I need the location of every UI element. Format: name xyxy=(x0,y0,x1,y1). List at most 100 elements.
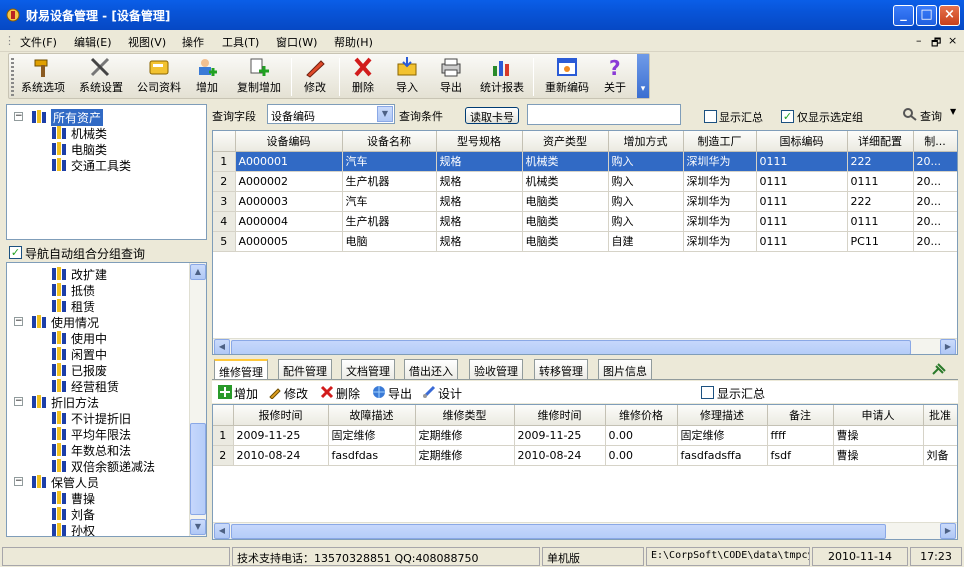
table-cell[interactable]: 0111 xyxy=(847,211,914,232)
table-cell[interactable]: 0111 xyxy=(847,171,914,192)
menu-operation[interactable]: 操作 xyxy=(182,34,204,50)
table-cell[interactable]: ffff xyxy=(767,425,834,446)
table-row[interactable]: 2 A000002 生产机器 规格 机械类 购入 深圳华为 0111 0111 20... xyxy=(213,171,957,192)
table-cell[interactable]: 电脑 xyxy=(342,231,437,252)
table-cell[interactable]: 电脑类 xyxy=(522,191,609,212)
repair-design-button[interactable]: 设计 xyxy=(422,384,468,401)
table-cell[interactable]: A000002 xyxy=(235,171,343,192)
column-header[interactable]: 故障描述 xyxy=(328,405,416,426)
add-button[interactable]: 增加 xyxy=(189,56,225,98)
scroll-left-arrow[interactable]: ◀ xyxy=(214,339,230,354)
column-header[interactable]: 详细配置 xyxy=(847,131,914,152)
system-settings-button[interactable]: 系统设置 xyxy=(73,56,129,98)
repair-export-button[interactable]: 导出 xyxy=(372,384,418,401)
table-cell[interactable]: 机械类 xyxy=(522,171,609,192)
export-button[interactable]: 导出 xyxy=(433,56,469,98)
table-cell[interactable]: 汽车 xyxy=(342,191,437,212)
menu-view[interactable]: 视图(V) xyxy=(128,34,166,50)
table-cell[interactable]: 电脑类 xyxy=(522,211,609,232)
table-cell[interactable]: 2009-11-25 xyxy=(514,425,606,446)
table-cell[interactable]: 生产机器 xyxy=(342,171,437,192)
collapse-toggle[interactable]: − xyxy=(14,317,23,326)
about-button[interactable]: ? 关于 xyxy=(599,56,631,98)
only-selected-checkbox[interactable]: ✓ xyxy=(781,110,794,123)
table-cell[interactable]: 20... xyxy=(913,211,957,232)
maximize-button[interactable]: □ xyxy=(916,5,937,26)
scroll-right-arrow[interactable]: ▶ xyxy=(940,523,956,539)
column-header[interactable]: 型号规格 xyxy=(436,131,523,152)
edit-button[interactable]: 修改 xyxy=(297,56,333,98)
grid-horizontal-scrollbar[interactable]: ◀ ▶ xyxy=(213,338,957,354)
table-cell[interactable]: 定期维修 xyxy=(415,445,515,466)
repair-delete-button[interactable]: 删除 xyxy=(320,384,366,401)
repair-add-button[interactable]: 增加 xyxy=(218,384,264,401)
repair-edit-button[interactable]: 修改 xyxy=(268,384,314,401)
collapse-toggle[interactable]: − xyxy=(14,112,23,121)
table-cell[interactable]: 222 xyxy=(847,191,914,212)
scroll-left-arrow[interactable]: ◀ xyxy=(214,523,230,539)
search-dropdown-arrow[interactable]: ▼ xyxy=(950,107,956,116)
table-cell[interactable]: 0.00 xyxy=(605,425,678,446)
table-cell[interactable]: fasdfdas xyxy=(328,445,416,466)
table-cell[interactable]: 汽车 xyxy=(342,151,437,172)
scroll-thumb[interactable] xyxy=(190,423,206,515)
table-cell[interactable]: 规格 xyxy=(436,191,523,212)
table-cell[interactable]: 20... xyxy=(913,231,957,252)
table-cell[interactable]: 深圳华为 xyxy=(683,211,757,232)
column-header[interactable]: 申请人 xyxy=(833,405,924,426)
menu-edit[interactable]: 编辑(E) xyxy=(74,34,112,50)
menu-window[interactable]: 窗口(W) xyxy=(276,34,317,50)
table-cell[interactable]: 0111 xyxy=(756,171,848,192)
table-cell[interactable]: 0111 xyxy=(756,151,848,172)
toolbar-overflow-chevron[interactable]: ▾ xyxy=(637,54,649,98)
column-header[interactable]: 制... xyxy=(913,131,957,152)
read-card-button[interactable]: 读取卡号 xyxy=(465,107,519,124)
menu-tools[interactable]: 工具(T) xyxy=(222,34,259,50)
mdi-restore-button[interactable]: 🗗 xyxy=(931,34,941,53)
tab-images[interactable]: 图片信息 xyxy=(598,359,652,379)
tab-acceptance[interactable]: 验收管理 xyxy=(469,359,523,379)
table-row[interactable]: 5 A000005 电脑 规格 电脑类 自建 深圳华为 0111 PC11 20... xyxy=(213,231,957,252)
table-cell[interactable]: 0111 xyxy=(756,231,848,252)
table-cell[interactable]: 曹操 xyxy=(833,445,924,466)
table-row[interactable]: 1 A000001 汽车 规格 机械类 购入 深圳华为 0111 222 20... xyxy=(213,151,957,172)
table-row[interactable]: 2 2010-08-24 fasdfdas 定期维修 2010-08-24 0.00 fas… xyxy=(213,445,957,466)
table-cell[interactable]: 规格 xyxy=(436,171,523,192)
table-cell[interactable]: 固定维修 xyxy=(677,425,768,446)
table-row[interactable]: 1 2009-11-25 固定维修 定期维修 2009-11-25 0.00 固定维修 fff… xyxy=(213,425,957,446)
statistics-report-button[interactable]: 统计报表 xyxy=(475,56,529,98)
import-button[interactable]: 导入 xyxy=(389,56,425,98)
tree-vertical-scrollbar[interactable]: ▲ ▼ xyxy=(189,263,206,536)
company-info-button[interactable]: 公司资料 xyxy=(131,56,187,98)
table-cell[interactable]: A000001 xyxy=(235,151,343,172)
table-cell[interactable] xyxy=(923,425,957,446)
column-header[interactable]: 批准 xyxy=(923,405,957,426)
tab-repair[interactable]: 维修管理 xyxy=(214,359,268,379)
table-cell[interactable]: 固定维修 xyxy=(328,425,416,446)
nav-group-checkbox[interactable]: ✓ xyxy=(9,246,22,259)
table-cell[interactable]: 购入 xyxy=(608,191,684,212)
query-field-select[interactable]: 设备编码 ▼ xyxy=(267,104,395,124)
menu-file[interactable]: 文件(F) xyxy=(20,34,57,50)
table-cell[interactable]: 生产机器 xyxy=(342,211,437,232)
table-cell[interactable]: 深圳华为 xyxy=(683,171,757,192)
table-cell[interactable]: A000003 xyxy=(235,191,343,212)
tab-lend-return[interactable]: 借出还入 xyxy=(404,359,458,379)
menu-help[interactable]: 帮助(H) xyxy=(334,34,373,50)
table-cell[interactable]: 规格 xyxy=(436,231,523,252)
scroll-thumb[interactable] xyxy=(231,340,911,354)
column-header[interactable]: 设备编码 xyxy=(235,131,343,152)
table-cell[interactable]: 2010-08-24 xyxy=(514,445,606,466)
column-header[interactable]: 设备名称 xyxy=(342,131,437,152)
table-cell[interactable]: 购入 xyxy=(608,151,684,172)
table-cell[interactable]: 曹操 xyxy=(833,425,924,446)
table-cell[interactable]: 定期维修 xyxy=(415,425,515,446)
column-header[interactable]: 维修价格 xyxy=(605,405,678,426)
column-header[interactable]: 修理描述 xyxy=(677,405,768,426)
table-cell[interactable]: 0.00 xyxy=(605,445,678,466)
table-cell[interactable]: 深圳华为 xyxy=(683,151,757,172)
scroll-down-arrow[interactable]: ▼ xyxy=(190,519,206,535)
column-header[interactable]: 制造工厂 xyxy=(683,131,757,152)
repair-horizontal-scrollbar[interactable]: ◀ ▶ xyxy=(213,522,957,539)
mdi-minimize-button[interactable]: – xyxy=(916,34,922,47)
